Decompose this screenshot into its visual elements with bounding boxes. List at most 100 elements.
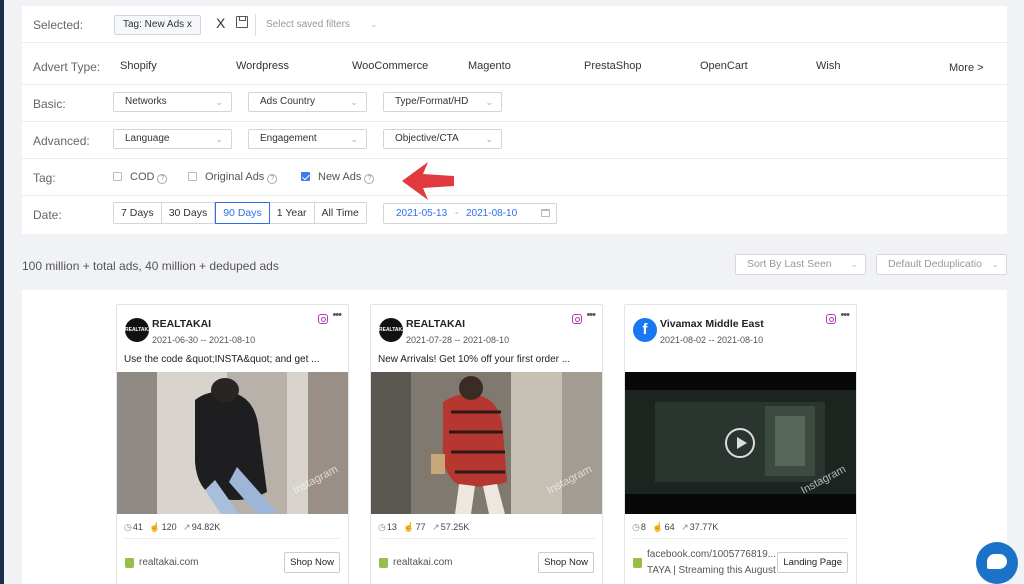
chevron-down-icon: ⌄	[485, 97, 493, 107]
instagram-icon	[572, 314, 582, 324]
likes-stat: ☝64	[652, 522, 675, 532]
date-all-time-button[interactable]: All Time	[314, 203, 366, 223]
advert-type-row: Advert Type:	[22, 43, 1007, 85]
clear-filters-button[interactable]: X	[216, 15, 225, 31]
advert-type-prestashop[interactable]: PrestaShop	[584, 60, 641, 72]
clock-icon: ◷	[378, 522, 386, 532]
advert-type-magento[interactable]: Magento	[468, 60, 511, 72]
date-90-days-button[interactable]: 90 Days	[215, 202, 270, 224]
ads-country-select-value: Ads Country	[260, 96, 316, 107]
chevron-down-icon: ⌄	[850, 259, 858, 269]
like-icon: ☝	[149, 522, 161, 532]
chat-support-icon[interactable]	[976, 542, 1018, 584]
ad-media[interactable]: Instagram	[371, 372, 602, 514]
likes-stat: ☝120	[149, 522, 177, 532]
objective-cta-select[interactable]: Objective/CTA ⌄	[383, 129, 502, 149]
landing-page-button[interactable]: Landing Page	[777, 552, 848, 573]
ad-stats: ◷13 ☝77 ↗57.25K	[378, 522, 473, 533]
more-options-icon[interactable]: •••	[332, 309, 342, 321]
objective-cta-select-value: Objective/CTA	[395, 133, 459, 144]
help-icon: ?	[157, 174, 168, 184]
landing-domain-link[interactable]: realtakai.com	[393, 557, 452, 568]
shop-now-button[interactable]: Shop Now	[538, 552, 594, 573]
advert-type-opencart[interactable]: OpenCart	[700, 60, 748, 72]
checkbox-unchecked-icon	[188, 172, 197, 181]
ad-card[interactable]: REALTAKAI REALTAKAI 2021-07-28 -- 2021-0…	[370, 304, 603, 584]
more-advert-types-link[interactable]: More >	[949, 62, 984, 74]
facebook-icon: f	[633, 318, 657, 342]
shopify-icon	[633, 558, 642, 568]
ad-media[interactable]: Instagram	[117, 372, 348, 514]
advert-type-wish[interactable]: Wish	[816, 60, 840, 72]
tag-original-ads-label: Original Ads	[205, 171, 265, 183]
card-divider	[632, 538, 849, 539]
trend-icon: ↗	[681, 522, 689, 532]
tag-original-ads-checkbox[interactable]: Original Ads?	[188, 171, 278, 184]
advertiser-name[interactable]: REALTAKAI	[152, 318, 211, 330]
type-format-select[interactable]: Type/Format/HD ⌄	[383, 92, 502, 112]
selected-tag-chip[interactable]: Tag: New Ads x	[114, 15, 201, 35]
sort-select[interactable]: Sort By Last Seen ⌄	[735, 254, 866, 275]
days-stat: ◷8	[632, 522, 646, 532]
date-7-days-button[interactable]: 7 Days	[114, 203, 162, 223]
landing-domain-link[interactable]: facebook.com/1005776819...	[647, 549, 776, 560]
chevron-down-icon: ⌄	[369, 19, 378, 29]
date-30-days-button[interactable]: 30 Days	[161, 203, 216, 223]
tag-cod-checkbox[interactable]: COD?	[113, 171, 168, 184]
ad-date-range: 2021-07-28 -- 2021-08-10	[406, 335, 510, 345]
likes-stat: ☝77	[403, 522, 426, 532]
tag-new-ads-label: New Ads	[318, 171, 362, 183]
advert-type-wordpress[interactable]: Wordpress	[236, 60, 289, 72]
date-1-year-button[interactable]: 1 Year	[269, 203, 315, 223]
ad-text: Use the code &quot;INSTA&quot; and get .…	[124, 354, 320, 365]
type-format-select-value: Type/Format/HD	[395, 96, 469, 107]
instagram-icon	[826, 314, 836, 324]
advert-type-woocommerce[interactable]: WooCommerce	[352, 60, 428, 72]
landing-domain-link[interactable]: realtakai.com	[139, 557, 198, 568]
engagement-select[interactable]: Engagement ⌄	[248, 129, 367, 149]
chevron-down-icon: ⌄	[485, 134, 493, 144]
ad-card[interactable]: f Vivamax Middle East 2021-08-02 -- 2021…	[624, 304, 857, 584]
ad-card[interactable]: REALTAKAI REALTAKAI 2021-06-30 -- 2021-0…	[116, 304, 349, 584]
language-select-value: Language	[125, 133, 170, 144]
like-icon: ☝	[403, 522, 415, 532]
tag-new-ads-checkbox[interactable]: New Ads?	[301, 171, 375, 184]
play-icon[interactable]	[725, 428, 755, 458]
results-panel: REALTAKAI REALTAKAI 2021-06-30 -- 2021-0…	[22, 290, 1007, 584]
basic-label: Basic:	[33, 97, 66, 111]
card-divider	[378, 538, 595, 539]
date-separator: -	[455, 208, 459, 219]
date-range-picker[interactable]: 2021-05-13 - 2021-08-10	[383, 203, 557, 224]
left-nav-edge	[0, 0, 4, 584]
engagement-select-value: Engagement	[260, 133, 317, 144]
ad-media[interactable]: Instagram	[625, 372, 856, 514]
advertiser-name[interactable]: Vivamax Middle East	[660, 318, 764, 330]
ad-date-range: 2021-08-02 -- 2021-08-10	[660, 335, 764, 345]
trend-icon: ↗	[432, 522, 440, 532]
advert-type-shopify[interactable]: Shopify	[120, 60, 157, 72]
saved-filters-select[interactable]: Select saved filters ⌄	[266, 19, 377, 30]
start-date: 2021-05-13	[396, 208, 448, 219]
dedup-select[interactable]: Default Deduplicatio ⌄	[876, 254, 1007, 275]
language-select[interactable]: Language ⌄	[113, 129, 232, 149]
more-options-icon[interactable]: •••	[586, 309, 596, 321]
selected-row: Selected: Tag: New Ads x X Select saved …	[22, 6, 1007, 43]
tag-cod-label: COD	[130, 171, 155, 183]
views-stat: ↗37.77K	[681, 522, 719, 532]
card-divider	[124, 538, 341, 539]
ad-text: New Arrivals! Get 10% off your first ord…	[378, 354, 571, 365]
sort-select-value: Sort By Last Seen	[747, 258, 832, 270]
more-options-icon[interactable]: •••	[840, 309, 850, 321]
chevron-down-icon: ⌄	[350, 134, 358, 144]
networks-select[interactable]: Networks ⌄	[113, 92, 232, 112]
checkbox-unchecked-icon	[113, 172, 122, 181]
save-icon[interactable]	[236, 16, 248, 28]
ads-country-select[interactable]: Ads Country ⌄	[248, 92, 367, 112]
views-stat: ↗94.82K	[183, 522, 221, 532]
views-stat: ↗57.25K	[432, 522, 470, 532]
clock-icon: ◷	[632, 522, 640, 532]
ad-stats: ◷41 ☝120 ↗94.82K	[124, 522, 224, 533]
shop-now-button[interactable]: Shop Now	[284, 552, 340, 573]
advertiser-name[interactable]: REALTAKAI	[406, 318, 465, 330]
chevron-down-icon: ⌄	[215, 134, 223, 144]
